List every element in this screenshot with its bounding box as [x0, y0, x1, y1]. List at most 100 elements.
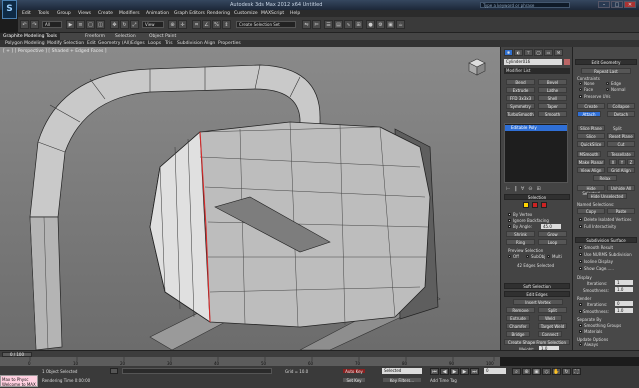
lock-selection-icon[interactable]	[110, 368, 118, 374]
by-vertex-checkbox[interactable]	[508, 213, 511, 216]
tab-object-paint[interactable]: Object Paint	[146, 33, 179, 40]
viewport-label[interactable]: [ + ] [ Perspective ] [ Shaded + Edged F…	[3, 49, 107, 54]
create-button[interactable]: Create	[577, 103, 605, 109]
split-edge-button[interactable]: Split	[538, 307, 567, 313]
quickslice-button[interactable]: QuickSlice	[577, 141, 605, 147]
spinner-snap-icon[interactable]: ⇕	[222, 20, 231, 29]
use-nurms-checkbox[interactable]	[579, 253, 582, 256]
mirror-icon[interactable]: ⇋	[302, 20, 311, 29]
collapse-button[interactable]: Collapse	[607, 103, 635, 109]
insert-vertex-button[interactable]: Insert Vertex	[513, 299, 563, 305]
track-bar[interactable]: 0 10 20 30 40 50 60 70 80 90 100	[0, 357, 500, 366]
bend-button[interactable]: Bend	[506, 79, 535, 85]
zoom-all-icon[interactable]: ⊕	[522, 368, 531, 375]
select-by-name-icon[interactable]: ≡	[76, 20, 85, 29]
subtab-modify-selection[interactable]: Modify Selection	[44, 40, 87, 47]
auto-key-button[interactable]: Auto Key	[342, 368, 366, 374]
object-color-swatch[interactable]	[564, 59, 570, 65]
modifier-list-dropdown[interactable]: Modifier List	[504, 68, 570, 74]
border-mode-icon[interactable]	[541, 202, 547, 208]
set-key-button[interactable]: Set Key	[342, 377, 366, 383]
planar-y-button[interactable]: Y	[618, 159, 626, 165]
full-interactivity-checkbox[interactable]	[579, 225, 582, 228]
maximize-viewport-icon[interactable]: ⛶	[572, 368, 581, 375]
slice-plane-button[interactable]: Slice Plane	[577, 125, 605, 131]
show-cage-checkbox[interactable]	[579, 267, 582, 270]
zoom-icon[interactable]: ⌕	[512, 368, 521, 375]
subtab-properties[interactable]: Properties	[215, 40, 244, 47]
smooth-result-checkbox[interactable]	[579, 246, 582, 249]
update-always-radio[interactable]	[579, 343, 582, 346]
edge-mode-icon[interactable]	[532, 202, 538, 208]
cut-button[interactable]: Cut	[607, 141, 635, 147]
pan-icon[interactable]: ✋	[552, 368, 561, 375]
taper-button[interactable]: Taper	[538, 103, 567, 109]
schematic-view-icon[interactable]: ⊞	[354, 20, 363, 29]
menu-help[interactable]: Help	[290, 10, 300, 17]
tab-graphite-modeling-tools[interactable]: Graphite Modeling Tools	[0, 33, 61, 40]
stack-item-editable-poly[interactable]: Editable Poly	[505, 125, 567, 131]
render-smoothness-checkbox[interactable]	[579, 310, 582, 313]
preview-multi-radio[interactable]	[547, 255, 550, 258]
scale-icon[interactable]: ⤢	[130, 20, 139, 29]
ffd-button[interactable]: FFD 3x3x3	[506, 95, 535, 101]
msmooth-button[interactable]: MSmooth	[577, 151, 601, 157]
minimize-button[interactable]: –	[598, 1, 610, 8]
bridge-button[interactable]: Bridge	[506, 331, 530, 337]
symmetry-button[interactable]: Symmetry	[506, 103, 535, 109]
iterations-field[interactable]: 1	[615, 280, 633, 285]
detach-button[interactable]: Detach	[607, 111, 635, 117]
menu-modifiers[interactable]: Modifiers	[119, 10, 140, 17]
graphite-toggle-icon[interactable]: ▤	[334, 20, 343, 29]
close-button[interactable]: ✕	[624, 1, 636, 8]
ignore-backfacing-checkbox[interactable]	[508, 219, 511, 222]
lathe-button[interactable]: Lathe	[538, 87, 567, 93]
rect-selection-icon[interactable]: ▢	[86, 20, 95, 29]
orbit-icon[interactable]: ↻	[562, 368, 571, 375]
isoline-checkbox[interactable]	[579, 260, 582, 263]
delete-isolated-checkbox[interactable]	[579, 218, 582, 221]
app-logo-icon[interactable]: S	[2, 0, 17, 19]
make-planar-button[interactable]: Make Planar	[577, 159, 605, 165]
motion-tab-icon[interactable]: ◯	[534, 49, 543, 56]
turbosmooth-button[interactable]: TurboSmooth	[506, 111, 535, 117]
selected-dropdown[interactable]: Selected	[382, 368, 422, 374]
menu-tools[interactable]: Tools	[38, 10, 49, 17]
ring-button[interactable]: Ring	[506, 239, 535, 245]
go-to-end-icon[interactable]: ⏭	[470, 368, 479, 375]
subdivision-rollout-header[interactable]: Subdivision Surface	[575, 237, 637, 243]
create-tab-icon[interactable]: ✱	[504, 49, 513, 56]
menu-maxscript[interactable]: MAXScript	[261, 10, 284, 17]
play-icon[interactable]: ▶	[450, 368, 459, 375]
subtab-polygon-modeling[interactable]: Polygon Modeling	[2, 40, 48, 47]
by-angle-checkbox[interactable]	[508, 225, 511, 228]
preview-off-radio[interactable]	[508, 255, 511, 258]
move-icon[interactable]: ✥	[110, 20, 119, 29]
soft-selection-rollout-header[interactable]: Soft Selection	[504, 283, 570, 289]
redo-icon[interactable]: ↷	[30, 20, 39, 29]
planar-z-button[interactable]: Z	[627, 159, 635, 165]
tab-freeform[interactable]: Freeform	[82, 33, 108, 40]
reference-coord-dropdown[interactable]: View	[142, 21, 164, 28]
field-of-view-icon[interactable]: ◇	[542, 368, 551, 375]
menu-group[interactable]: Group	[57, 10, 71, 17]
named-selection-dropdown[interactable]: Create Selection Set	[236, 21, 296, 28]
render-iterations-field[interactable]: 0	[615, 301, 633, 306]
menu-rendering[interactable]: Rendering	[207, 10, 230, 17]
materials-checkbox[interactable]	[579, 330, 582, 333]
zoom-extents-icon[interactable]: ▣	[532, 368, 541, 375]
target-weld-button[interactable]: Target Weld	[538, 323, 567, 329]
slice-button[interactable]: Slice	[577, 133, 605, 139]
rotate-icon[interactable]: ↻	[120, 20, 129, 29]
shell-button[interactable]: Shell	[538, 95, 567, 101]
maxscript-listener[interactable]: Max to Physc Welcome to MAX	[0, 375, 38, 387]
create-shape-button[interactable]: Create Shape From Selection	[504, 339, 570, 345]
smoothing-groups-checkbox[interactable]	[579, 324, 582, 327]
render-iterations-checkbox[interactable]	[579, 303, 582, 306]
constraint-edge-radio[interactable]	[606, 82, 609, 85]
key-filters-button[interactable]: Key Filters...	[382, 377, 422, 383]
utilities-tab-icon[interactable]: ⚒	[554, 49, 563, 56]
preserve-uvs-checkbox[interactable]	[579, 95, 582, 98]
material-editor-icon[interactable]: ●	[366, 20, 375, 29]
menu-create[interactable]: Create	[98, 10, 113, 17]
